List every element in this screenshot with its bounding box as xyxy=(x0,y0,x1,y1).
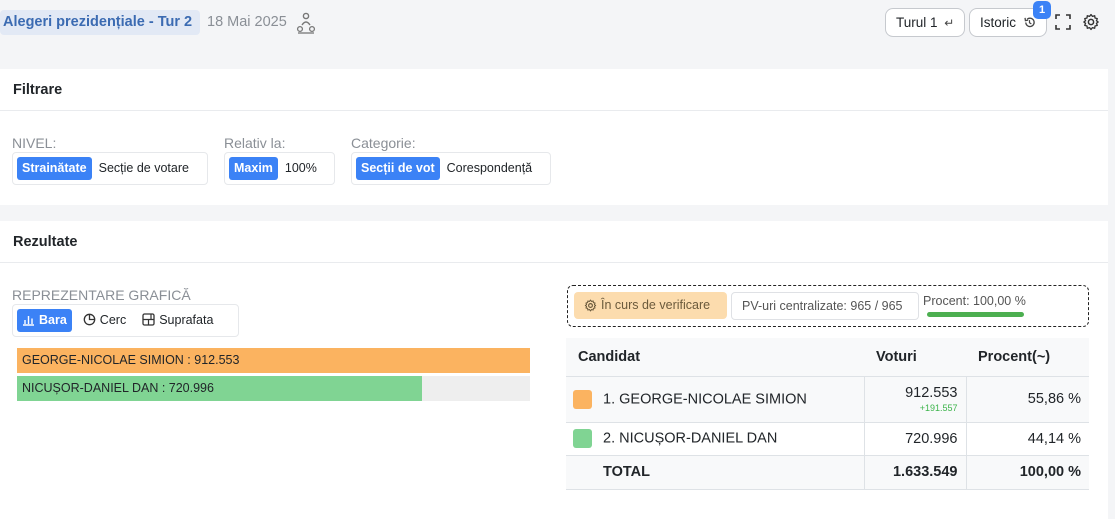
page-title: Alegeri prezidențiale - Tur 2 xyxy=(0,10,201,35)
table-total-row: TOTAL 1.633.549 100,00 % xyxy=(566,455,1089,490)
fullscreen-icon[interactable] xyxy=(1054,13,1072,31)
table-header-row: Candidat Voturi Procent(~) xyxy=(566,338,1089,377)
bar-track: NICUȘOR-DANIEL DAN : 720.996 xyxy=(17,376,530,401)
table-row: 2. NICUȘOR-DANIEL DAN 720.996 44,14 % xyxy=(566,422,1089,456)
relativ-label: Relativ la: xyxy=(224,135,286,151)
results-table: Candidat Voturi Procent(~) 1. GEORGE-NIC… xyxy=(566,338,1089,490)
nivel-option-strainatate[interactable]: Strainătate xyxy=(17,157,92,180)
history-button-label: Istoric xyxy=(980,15,1017,30)
bar-track: GEORGE-NICOLAE SIMION : 912.553 xyxy=(17,348,530,373)
pv-centralized: PV-uri centralizate: 965 / 965 xyxy=(731,292,919,320)
tab-bara[interactable]: Bara xyxy=(17,309,72,332)
relativ-option-maxim[interactable]: Maxim xyxy=(229,157,278,180)
header-voturi: Voturi xyxy=(864,338,966,377)
tab-suprafata[interactable]: Suprafata xyxy=(137,309,218,332)
round-1-button[interactable]: Turul 1 ↵ xyxy=(885,8,966,37)
percent-progress-bar xyxy=(927,312,1024,317)
votes-cell: 720.996 xyxy=(863,422,966,456)
categorie-selector: Secții de vot Corespondență xyxy=(351,152,551,185)
relativ-selector: Maxim 100% xyxy=(224,152,335,185)
categorie-option-sectii[interactable]: Secții de vot xyxy=(356,157,440,180)
candidate-cell: 1. GEORGE-NICOLAE SIMION xyxy=(566,376,864,423)
candidate-color-swatch xyxy=(573,389,592,409)
filters-title: Filtrare xyxy=(0,69,1108,111)
votes-cell: 912.553 +191.557 xyxy=(863,376,966,423)
election-date: 18 Mai 2025 xyxy=(207,14,287,30)
tab-cerc-label: Cerc xyxy=(99,313,127,327)
results-card: Rezultate REPREZENTARE GRAFICĂ Bara Cerc… xyxy=(0,221,1108,519)
bar-label: GEORGE-NICOLAE SIMION : 912.553 xyxy=(22,353,240,367)
round-button-label: Turul 1 xyxy=(896,15,938,30)
nivel-label: NIVEL: xyxy=(12,135,57,151)
gear-icon[interactable] xyxy=(1082,13,1100,31)
nivel-selector: Strainătate Secție de votare xyxy=(12,152,208,185)
total-label: TOTAL xyxy=(566,455,864,490)
votes-value: 912.553 xyxy=(905,385,958,401)
chart-view-tabs: Bara Cerc Suprafata xyxy=(12,304,239,337)
nivel-option-sectie[interactable]: Secție de votare xyxy=(94,157,194,180)
header-procent: Procent(~) xyxy=(966,338,1089,377)
categorie-label: Categorie: xyxy=(351,135,416,151)
filters-card: Filtrare NIVEL: Strainătate Secție de vo… xyxy=(0,69,1108,205)
history-badge: 1 xyxy=(1033,1,1051,19)
area-grid-icon xyxy=(142,313,155,326)
candidate-color-swatch xyxy=(573,429,592,448)
pie-chart-icon xyxy=(83,313,96,326)
verification-text: În curs de verificare xyxy=(601,298,711,312)
people-network-icon[interactable] xyxy=(296,12,316,34)
total-percent: 100,00 % xyxy=(965,455,1089,490)
top-bar: Alegeri prezidențiale - Tur 2 18 Mai 202… xyxy=(0,0,1115,52)
tab-cerc[interactable]: Cerc xyxy=(78,309,131,332)
percent-cell: 44,14 % xyxy=(965,422,1089,456)
return-arrow-icon: ↵ xyxy=(944,16,955,30)
header-candidat: Candidat xyxy=(566,338,864,377)
history-icon xyxy=(1024,17,1035,28)
results-title: Rezultate xyxy=(0,221,1108,263)
gear-icon xyxy=(584,299,597,312)
total-votes: 1.633.549 xyxy=(863,455,966,490)
graphic-representation-label: REPREZENTARE GRAFICĂ xyxy=(12,287,191,303)
table-row: 1. GEORGE-NICOLAE SIMION 912.553 +191.55… xyxy=(566,376,1089,423)
candidate-name: 1. GEORGE-NICOLAE SIMION xyxy=(603,390,807,407)
relativ-option-100[interactable]: 100% xyxy=(280,157,322,180)
percent-cell: 55,86 % xyxy=(965,376,1089,423)
tab-suprafata-label: Suprafata xyxy=(159,313,214,327)
centralization-status: În curs de verificare PV-uri centralizat… xyxy=(567,285,1089,327)
categorie-option-corespondenta[interactable]: Corespondență xyxy=(442,157,537,180)
candidate-name: 2. NICUȘOR-DANIEL DAN xyxy=(603,430,778,447)
percent-text: Procent: 100,00 % xyxy=(923,294,1026,308)
verification-status: În curs de verificare xyxy=(574,292,727,319)
bar-chart-icon xyxy=(23,316,34,326)
votes-difference: +191.557 xyxy=(919,403,958,413)
tab-bara-label: Bara xyxy=(39,313,67,327)
candidate-cell: 2. NICUȘOR-DANIEL DAN xyxy=(566,422,864,456)
votes-value: 720.996 xyxy=(905,430,958,447)
bar-label: NICUȘOR-DANIEL DAN : 720.996 xyxy=(22,381,214,395)
